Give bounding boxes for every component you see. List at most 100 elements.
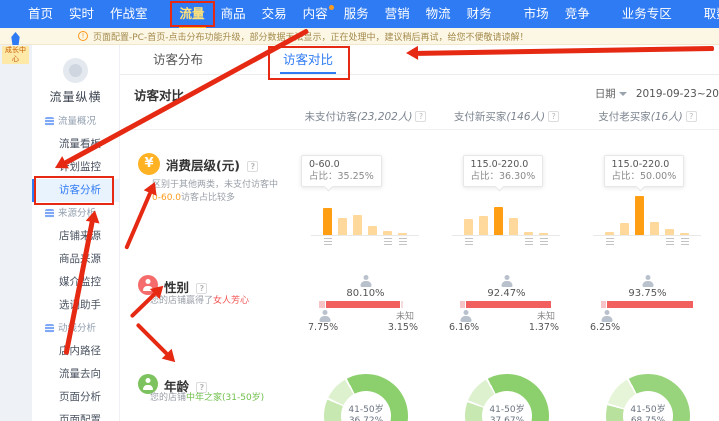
age-range-label: 41-50岁 [489, 405, 524, 416]
date-range-value[interactable]: 2019-09-23~20 [636, 88, 719, 100]
tab-1[interactable]: 访客对比 [280, 45, 336, 74]
sidebar-item-8[interactable]: 选词助手 [32, 294, 119, 317]
sidebar-label: 店铺来源 [59, 230, 101, 242]
sidebar-item-10[interactable]: 店内路径 [32, 340, 119, 363]
consume-level-title-text: 消费层级(元) [166, 158, 240, 173]
nav-item-14[interactable]: 竞争 [563, 0, 592, 28]
sidebar-item-2[interactable]: 计划监控 [32, 156, 119, 179]
nav-item-1[interactable]: 实时 [67, 0, 96, 28]
column-header-0: 未支付访客(23,202人)? [295, 109, 436, 124]
help-icon[interactable]: ? [196, 283, 207, 294]
bar [323, 208, 332, 235]
male-percent: 7.75% [308, 322, 338, 333]
bar [635, 196, 644, 235]
donut-center: 41-50岁68.75% [623, 391, 673, 421]
age-range-label: 41-50岁 [348, 405, 383, 416]
donut-center: 41-50岁37.67% [482, 391, 532, 421]
consume-col-0: 0-60.0占比：35.25% [295, 137, 436, 263]
nav-item-label: 营销 [385, 6, 410, 21]
nav-item-label: 实时 [69, 6, 94, 21]
age-percent-label: 37.67% [490, 416, 524, 421]
bar [494, 207, 503, 235]
desc-highlight: 中年之家(31-50岁) [186, 393, 264, 403]
axis-tick-label [681, 238, 689, 245]
help-icon[interactable]: ? [247, 161, 258, 172]
module-logo-icon [63, 58, 88, 83]
bar [353, 215, 362, 235]
nav-item-label: 市场 [524, 6, 549, 21]
axis-tick-label [525, 238, 533, 245]
nav-item-9[interactable]: 营销 [383, 0, 412, 28]
nav-item-2[interactable]: 作战室 [108, 0, 150, 28]
sidebar-title: 流量纵横 [32, 88, 119, 105]
nav-item-16[interactable]: 业务专区 [620, 0, 674, 28]
gender-desc: 您的店铺赢得了女人芳心 [150, 295, 290, 308]
axis-tick-label [540, 238, 548, 245]
tooltip-caret [494, 182, 504, 192]
bar [464, 219, 473, 235]
sidebar-label: 选词助手 [59, 299, 101, 311]
growth-center-label: 成长中心 [2, 46, 29, 64]
nav-item-6[interactable]: 交易 [260, 0, 289, 28]
nav-item-13[interactable]: 市场 [522, 0, 551, 28]
folder-icon [45, 324, 54, 333]
main-content: 访客分布访客对比 访客对比 日期 2019-09-23~20 未支付访客(23,… [120, 45, 719, 421]
sidebar-item-7[interactable]: 媒介监控 [32, 271, 119, 294]
page-title: 访客对比 [134, 85, 184, 104]
sidebar-item-3[interactable]: 访客分析 [32, 179, 119, 202]
age-icon [138, 374, 158, 394]
age-donut-chart: 41-50岁37.67% [465, 374, 549, 421]
gender-title-text: 性别 [164, 280, 189, 295]
growth-center-widget[interactable]: 成长中心 [2, 32, 29, 64]
nav-item-label: 商品 [221, 6, 246, 21]
age-range-label: 41-50岁 [630, 405, 665, 416]
person-icon [319, 310, 331, 322]
male-percent: 6.25% [590, 322, 620, 333]
nav-item-0[interactable]: 首页 [26, 0, 55, 28]
bar [620, 223, 629, 235]
sidebar-item-13[interactable]: 页面配置 [32, 409, 119, 421]
female-segment [466, 301, 552, 308]
tooltip-range: 115.0-220.0 [612, 159, 677, 171]
tooltip-caret [323, 182, 333, 192]
nav-item-10[interactable]: 物流 [424, 0, 453, 28]
nav-item-label: 交易 [262, 6, 287, 21]
tab-0[interactable]: 访客分布 [150, 45, 206, 74]
nav-item-5[interactable]: 商品 [219, 0, 248, 28]
column-headers: 未支付访客(23,202人)?支付新买家(146人)?支付老买家(16人)? [295, 109, 718, 124]
unknown-label: 未知 [396, 309, 414, 322]
sidebar-label: 流量看板 [59, 138, 101, 150]
nav-item-4[interactable]: 流量 [178, 0, 207, 28]
nav-item-label: 首页 [28, 6, 53, 21]
sidebar-item-1[interactable]: 流量看板 [32, 133, 119, 156]
age-col-1: 41-50岁37.67% [436, 370, 577, 421]
desc-text: 您的店铺 [150, 393, 186, 403]
unknown-label: 未知 [537, 309, 555, 322]
tooltip: 115.0-220.0占比：36.30% [463, 155, 544, 187]
nav-item-7[interactable]: 内容 [301, 0, 330, 28]
nav-item-8[interactable]: 服务 [342, 0, 371, 28]
desc-highlight: 0-60.0 [152, 193, 181, 203]
sidebar-label: 媒介监控 [59, 276, 101, 288]
help-icon[interactable]: ? [548, 111, 559, 122]
consume-col-1: 115.0-220.0占比：36.30% [436, 137, 577, 263]
age-col-2: 41-50岁68.75% [577, 370, 718, 421]
nav-item-18[interactable]: 取数 [702, 0, 719, 28]
sidebar-item-11[interactable]: 流量去向 [32, 363, 119, 386]
help-icon[interactable]: ? [415, 111, 426, 122]
sidebar-menu: 流量概况流量看板计划监控访客分析来源分析店铺来源商品来源媒介监控选词助手动线分析… [32, 110, 119, 421]
sidebar-item-6[interactable]: 商品来源 [32, 248, 119, 271]
help-icon[interactable]: ? [686, 111, 697, 122]
axis-tick-label [399, 238, 407, 245]
consume-col-2: 115.0-220.0占比：50.00% [577, 137, 718, 263]
female-percent: 80.10% [295, 288, 436, 299]
unknown-segment [552, 301, 553, 308]
axis-line [593, 235, 701, 236]
bar [509, 218, 518, 235]
person-icon [142, 279, 154, 291]
nav-item-11[interactable]: 财务 [465, 0, 494, 28]
sidebar-item-12[interactable]: 页面分析 [32, 386, 119, 409]
date-filter[interactable]: 日期 2019-09-23~20 [595, 86, 719, 101]
sidebar-item-5[interactable]: 店铺来源 [32, 225, 119, 248]
age-percent-label: 36.72% [349, 416, 383, 421]
